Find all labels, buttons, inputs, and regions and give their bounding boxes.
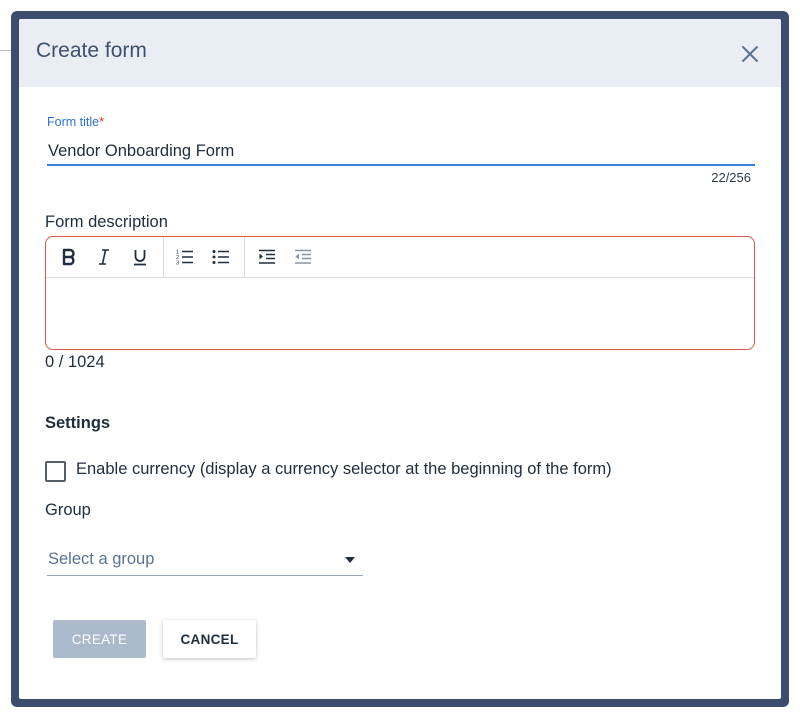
group-label: Group xyxy=(45,501,91,519)
caret-down-icon xyxy=(345,557,355,563)
italic-icon xyxy=(99,249,109,265)
required-indicator: * xyxy=(99,115,104,129)
bold-icon xyxy=(62,248,75,266)
form-title-char-count: 22/256 xyxy=(711,170,751,185)
form-description-editor: 1 2 3 xyxy=(45,236,755,350)
group-select[interactable]: Select a group xyxy=(47,547,363,576)
indent-icon xyxy=(259,249,275,264)
underline-icon xyxy=(134,250,146,266)
close-button[interactable] xyxy=(737,41,763,67)
svg-text:3: 3 xyxy=(176,261,179,267)
underline-button[interactable] xyxy=(126,243,154,271)
close-icon xyxy=(742,46,758,62)
ordered-list-icon: 1 2 3 xyxy=(176,250,193,267)
description-char-count: 0 / 1024 xyxy=(45,353,105,371)
settings-heading: Settings xyxy=(45,414,111,432)
form-title-input[interactable] xyxy=(47,138,755,166)
bold-button[interactable] xyxy=(55,243,83,271)
description-text-area[interactable] xyxy=(46,278,754,349)
dialog-title: Create form xyxy=(36,39,147,62)
toolbar-separator xyxy=(163,237,164,277)
dialog-header: Create form xyxy=(19,19,781,87)
unordered-list-button[interactable] xyxy=(207,243,235,271)
ordered-list-button[interactable]: 1 2 3 xyxy=(171,243,199,271)
form-title-label: Form title* xyxy=(47,115,104,129)
enable-currency-checkbox[interactable] xyxy=(45,461,66,482)
outdent-button[interactable] xyxy=(289,243,317,271)
editor-toolbar: 1 2 3 xyxy=(46,237,754,278)
italic-button[interactable] xyxy=(90,243,118,271)
toolbar-separator xyxy=(244,237,245,277)
enable-currency-label[interactable]: Enable currency (display a currency sele… xyxy=(76,460,612,479)
group-select-placeholder: Select a group xyxy=(48,550,155,568)
indent-button[interactable] xyxy=(253,243,281,271)
form-description-label: Form description xyxy=(45,213,168,231)
unordered-list-icon xyxy=(212,250,229,264)
outdent-icon xyxy=(295,249,311,264)
cancel-button[interactable]: CANCEL xyxy=(163,620,256,658)
create-form-dialog: Create form Form title* 22/256 Form desc… xyxy=(19,19,781,699)
create-button[interactable]: CREATE xyxy=(53,620,146,658)
